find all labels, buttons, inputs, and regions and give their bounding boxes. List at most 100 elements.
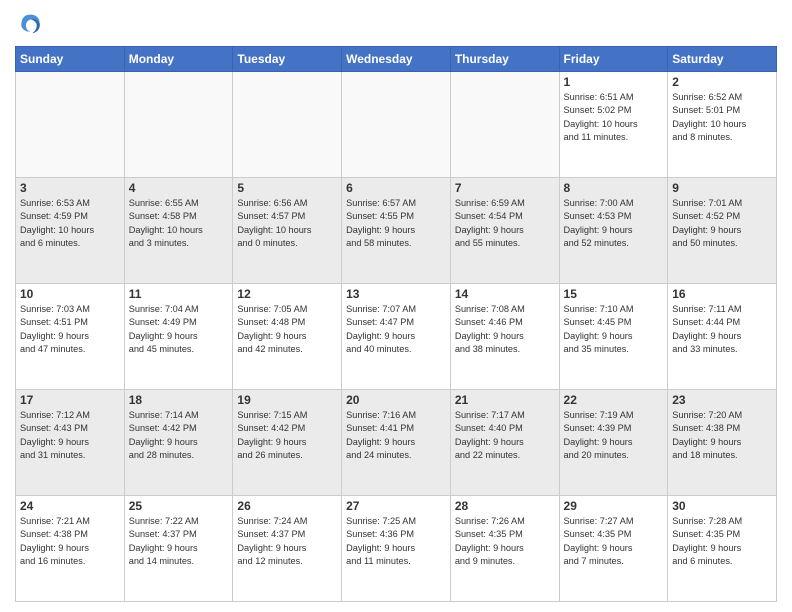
calendar-cell: 9 Sunrise: 7:01 AMSunset: 4:52 PMDaylight… <box>668 178 777 284</box>
day-number: 26 <box>237 499 337 513</box>
calendar-cell: 17 Sunrise: 7:12 AMSunset: 4:43 PMDayligh… <box>16 390 125 496</box>
day-number: 9 <box>672 181 772 195</box>
day-info: Sunrise: 6:53 AMSunset: 4:59 PMDaylight:… <box>20 197 120 250</box>
day-number: 11 <box>129 287 229 301</box>
calendar-cell: 30 Sunrise: 7:28 AMSunset: 4:35 PMDayligh… <box>668 496 777 602</box>
calendar-header-tuesday: Tuesday <box>233 47 342 72</box>
day-info: Sunrise: 7:15 AMSunset: 4:42 PMDaylight:… <box>237 409 337 462</box>
day-info: Sunrise: 7:28 AMSunset: 4:35 PMDaylight:… <box>672 515 772 568</box>
day-number: 15 <box>564 287 664 301</box>
day-number: 5 <box>237 181 337 195</box>
logo <box>15 10 47 38</box>
calendar-cell: 26 Sunrise: 7:24 AMSunset: 4:37 PMDayligh… <box>233 496 342 602</box>
day-number: 7 <box>455 181 555 195</box>
calendar-header-row: SundayMondayTuesdayWednesdayThursdayFrid… <box>16 47 777 72</box>
calendar-cell: 15 Sunrise: 7:10 AMSunset: 4:45 PMDayligh… <box>559 284 668 390</box>
calendar-cell <box>233 72 342 178</box>
day-info: Sunrise: 7:16 AMSunset: 4:41 PMDaylight:… <box>346 409 446 462</box>
calendar-cell: 23 Sunrise: 7:20 AMSunset: 4:38 PMDayligh… <box>668 390 777 496</box>
day-info: Sunrise: 7:08 AMSunset: 4:46 PMDaylight:… <box>455 303 555 356</box>
calendar-header-monday: Monday <box>124 47 233 72</box>
day-info: Sunrise: 7:05 AMSunset: 4:48 PMDaylight:… <box>237 303 337 356</box>
day-number: 29 <box>564 499 664 513</box>
calendar-cell: 5 Sunrise: 6:56 AMSunset: 4:57 PMDaylight… <box>233 178 342 284</box>
day-info: Sunrise: 7:03 AMSunset: 4:51 PMDaylight:… <box>20 303 120 356</box>
day-number: 6 <box>346 181 446 195</box>
day-number: 19 <box>237 393 337 407</box>
calendar-week-row: 17 Sunrise: 7:12 AMSunset: 4:43 PMDayligh… <box>16 390 777 496</box>
day-number: 23 <box>672 393 772 407</box>
day-number: 10 <box>20 287 120 301</box>
calendar-cell: 21 Sunrise: 7:17 AMSunset: 4:40 PMDayligh… <box>450 390 559 496</box>
day-info: Sunrise: 7:27 AMSunset: 4:35 PMDaylight:… <box>564 515 664 568</box>
day-info: Sunrise: 7:04 AMSunset: 4:49 PMDaylight:… <box>129 303 229 356</box>
day-number: 24 <box>20 499 120 513</box>
day-number: 13 <box>346 287 446 301</box>
page: SundayMondayTuesdayWednesdayThursdayFrid… <box>0 0 792 612</box>
day-info: Sunrise: 7:20 AMSunset: 4:38 PMDaylight:… <box>672 409 772 462</box>
calendar-cell: 29 Sunrise: 7:27 AMSunset: 4:35 PMDayligh… <box>559 496 668 602</box>
day-info: Sunrise: 7:10 AMSunset: 4:45 PMDaylight:… <box>564 303 664 356</box>
calendar: SundayMondayTuesdayWednesdayThursdayFrid… <box>15 46 777 602</box>
day-info: Sunrise: 7:17 AMSunset: 4:40 PMDaylight:… <box>455 409 555 462</box>
day-info: Sunrise: 7:11 AMSunset: 4:44 PMDaylight:… <box>672 303 772 356</box>
day-number: 8 <box>564 181 664 195</box>
day-number: 17 <box>20 393 120 407</box>
calendar-cell <box>342 72 451 178</box>
day-info: Sunrise: 7:24 AMSunset: 4:37 PMDaylight:… <box>237 515 337 568</box>
calendar-cell <box>450 72 559 178</box>
calendar-cell: 19 Sunrise: 7:15 AMSunset: 4:42 PMDayligh… <box>233 390 342 496</box>
calendar-cell: 3Sunrise: 6:53 AMSunset: 4:59 PMDaylight… <box>16 178 125 284</box>
calendar-cell: 28 Sunrise: 7:26 AMSunset: 4:35 PMDayligh… <box>450 496 559 602</box>
calendar-header-friday: Friday <box>559 47 668 72</box>
calendar-cell: 27 Sunrise: 7:25 AMSunset: 4:36 PMDayligh… <box>342 496 451 602</box>
day-info: Sunrise: 7:07 AMSunset: 4:47 PMDaylight:… <box>346 303 446 356</box>
calendar-cell: 13 Sunrise: 7:07 AMSunset: 4:47 PMDayligh… <box>342 284 451 390</box>
calendar-week-row: 3Sunrise: 6:53 AMSunset: 4:59 PMDaylight… <box>16 178 777 284</box>
day-info: Sunrise: 7:19 AMSunset: 4:39 PMDaylight:… <box>564 409 664 462</box>
day-number: 18 <box>129 393 229 407</box>
day-info: Sunrise: 6:59 AMSunset: 4:54 PMDaylight:… <box>455 197 555 250</box>
calendar-cell: 1Sunrise: 6:51 AMSunset: 5:02 PMDaylight… <box>559 72 668 178</box>
day-number: 22 <box>564 393 664 407</box>
calendar-week-row: 24Sunrise: 7:21 AMSunset: 4:38 PMDayligh… <box>16 496 777 602</box>
calendar-cell: 20 Sunrise: 7:16 AMSunset: 4:41 PMDayligh… <box>342 390 451 496</box>
calendar-cell: 10 Sunrise: 7:03 AMSunset: 4:51 PMDayligh… <box>16 284 125 390</box>
calendar-cell: 18 Sunrise: 7:14 AMSunset: 4:42 PMDayligh… <box>124 390 233 496</box>
calendar-header-saturday: Saturday <box>668 47 777 72</box>
day-info: Sunrise: 6:55 AMSunset: 4:58 PMDaylight:… <box>129 197 229 250</box>
calendar-cell: 12 Sunrise: 7:05 AMSunset: 4:48 PMDayligh… <box>233 284 342 390</box>
calendar-cell: 4 Sunrise: 6:55 AMSunset: 4:58 PMDaylight… <box>124 178 233 284</box>
calendar-header-wednesday: Wednesday <box>342 47 451 72</box>
calendar-cell: 16Sunrise: 7:11 AMSunset: 4:44 PMDayligh… <box>668 284 777 390</box>
day-info: Sunrise: 7:14 AMSunset: 4:42 PMDaylight:… <box>129 409 229 462</box>
calendar-cell: 7 Sunrise: 6:59 AMSunset: 4:54 PMDaylight… <box>450 178 559 284</box>
day-info: Sunrise: 6:56 AMSunset: 4:57 PMDaylight:… <box>237 197 337 250</box>
day-info: Sunrise: 7:01 AMSunset: 4:52 PMDaylight:… <box>672 197 772 250</box>
calendar-cell: 14Sunrise: 7:08 AMSunset: 4:46 PMDayligh… <box>450 284 559 390</box>
calendar-cell <box>124 72 233 178</box>
day-info: Sunrise: 7:25 AMSunset: 4:36 PMDaylight:… <box>346 515 446 568</box>
day-number: 21 <box>455 393 555 407</box>
calendar-cell <box>16 72 125 178</box>
day-number: 25 <box>129 499 229 513</box>
day-info: Sunrise: 7:12 AMSunset: 4:43 PMDaylight:… <box>20 409 120 462</box>
calendar-cell: 24Sunrise: 7:21 AMSunset: 4:38 PMDayligh… <box>16 496 125 602</box>
calendar-cell: 22 Sunrise: 7:19 AMSunset: 4:39 PMDayligh… <box>559 390 668 496</box>
day-info: Sunrise: 6:57 AMSunset: 4:55 PMDaylight:… <box>346 197 446 250</box>
day-number: 20 <box>346 393 446 407</box>
day-number: 12 <box>237 287 337 301</box>
day-info: Sunrise: 6:51 AMSunset: 5:02 PMDaylight:… <box>564 91 664 144</box>
calendar-cell: 11 Sunrise: 7:04 AMSunset: 4:49 PMDayligh… <box>124 284 233 390</box>
day-number: 2 <box>672 75 772 89</box>
day-info: Sunrise: 7:22 AMSunset: 4:37 PMDaylight:… <box>129 515 229 568</box>
day-number: 28 <box>455 499 555 513</box>
day-number: 30 <box>672 499 772 513</box>
day-info: Sunrise: 7:00 AMSunset: 4:53 PMDaylight:… <box>564 197 664 250</box>
day-info: Sunrise: 7:26 AMSunset: 4:35 PMDaylight:… <box>455 515 555 568</box>
day-number: 4 <box>129 181 229 195</box>
calendar-cell: 8 Sunrise: 7:00 AMSunset: 4:53 PMDaylight… <box>559 178 668 284</box>
day-number: 27 <box>346 499 446 513</box>
calendar-header-sunday: Sunday <box>16 47 125 72</box>
calendar-header-thursday: Thursday <box>450 47 559 72</box>
